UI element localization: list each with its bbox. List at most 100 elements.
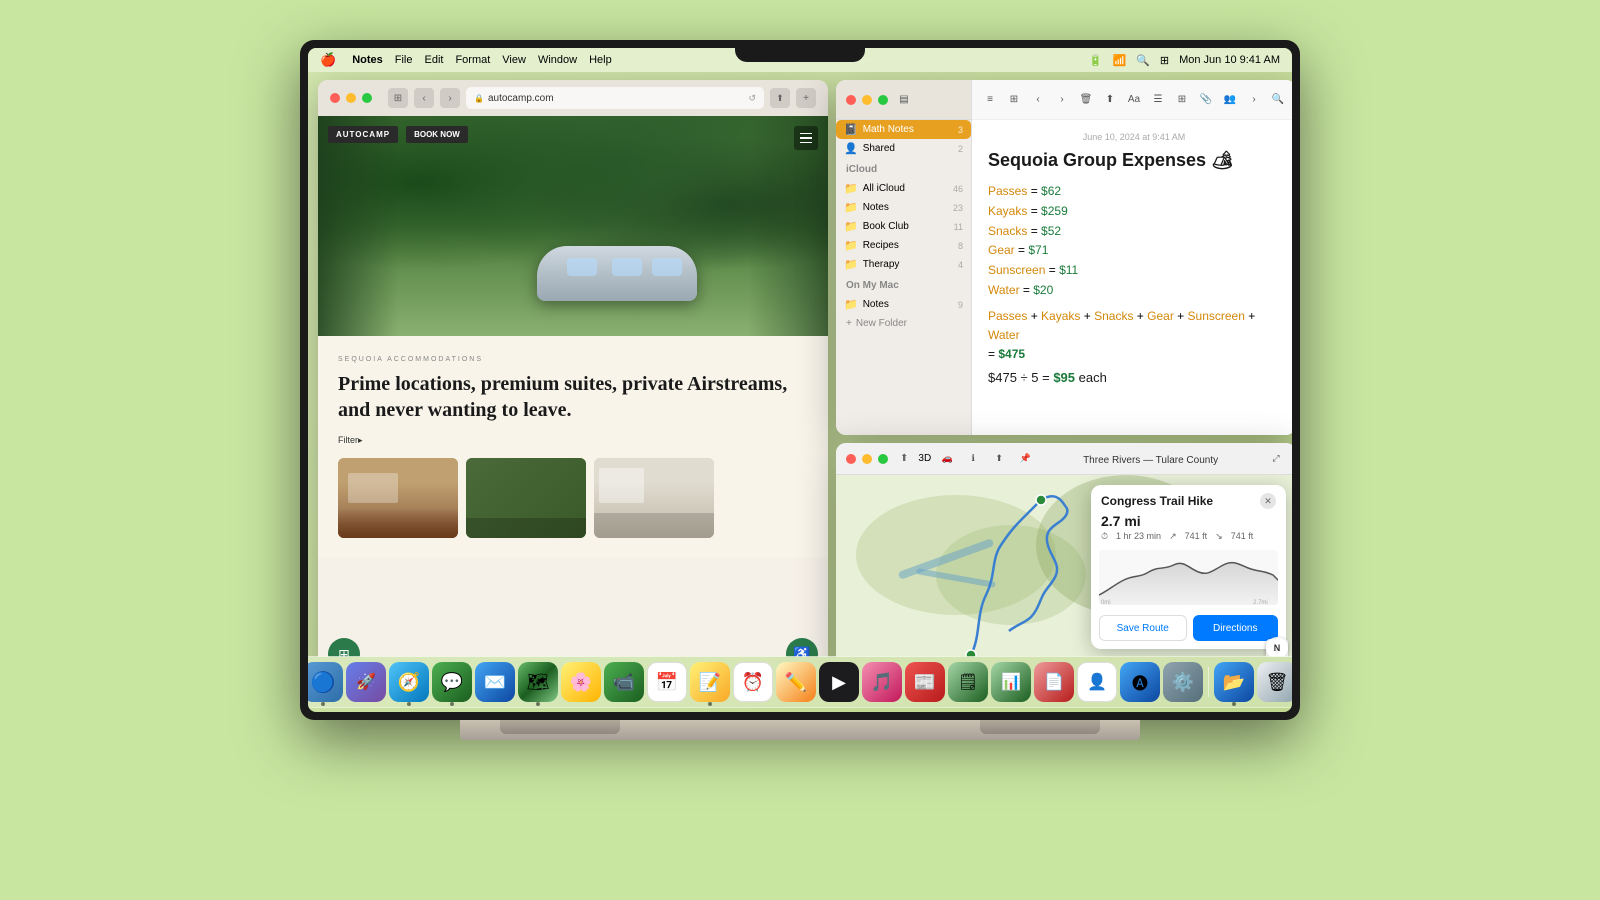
notes-search-btn[interactable]: 🔍 xyxy=(1268,90,1288,110)
window-menu[interactable]: Window xyxy=(538,54,577,66)
dock-finder-icon[interactable]: 🔵 xyxy=(308,662,343,702)
notes-more-btn[interactable]: › xyxy=(1244,90,1264,110)
accessibility-button[interactable]: ♿ xyxy=(786,638,818,657)
dock-photos-icon[interactable]: 🌸 xyxy=(561,662,601,702)
notes-list-view-btn[interactable]: ≡ xyxy=(980,90,1000,110)
notes-folder-therapy[interactable]: 📁 Therapy 4 xyxy=(836,255,971,274)
dock-music-icon[interactable]: 🎵 xyxy=(862,662,902,702)
file-menu[interactable]: File xyxy=(395,54,413,66)
notes-icon: 📁 xyxy=(844,201,858,214)
dock-numbers-icon[interactable]: 📊 xyxy=(991,662,1031,702)
maps-pin-btn[interactable]: 📌 xyxy=(1015,449,1035,469)
hamburger-menu[interactable] xyxy=(794,126,818,150)
notes-folder-all-icloud[interactable]: 📁 All iCloud 46 xyxy=(836,179,971,198)
maps-minimize-btn[interactable] xyxy=(862,454,872,464)
notes-folder-math[interactable]: 📓 Math Notes 3 xyxy=(836,120,971,139)
notes-folder-recipes[interactable]: 📁 Recipes 8 xyxy=(836,236,971,255)
view-menu[interactable]: View xyxy=(502,54,526,66)
notes-nav-forward-btn[interactable]: › xyxy=(1052,90,1072,110)
notes-sidebar-toggle[interactable]: ▤ xyxy=(894,90,914,110)
notes-folder-local[interactable]: 📁 Notes 9 xyxy=(836,295,971,314)
section-label: SEQUOIA ACCOMMODATIONS xyxy=(338,356,808,363)
icloud-header: iCloud xyxy=(846,164,961,175)
book-now-button[interactable]: BOOK NOW xyxy=(406,126,468,143)
dock-launchpad-icon[interactable]: 🚀 xyxy=(346,662,386,702)
dock-contacts-icon[interactable]: 👤 xyxy=(1077,662,1117,702)
notes-nav-back-btn[interactable]: ‹ xyxy=(1028,90,1048,110)
dock-mail-icon[interactable]: ✉️ xyxy=(475,662,515,702)
notes-folder-bookclub[interactable]: 📁 Book Club 11 xyxy=(836,217,971,236)
maps-traffic-btn[interactable]: 🚗 xyxy=(937,449,957,469)
dock-maps-icon[interactable]: 🗺 xyxy=(518,662,558,702)
notch xyxy=(735,40,865,62)
water-eq: = xyxy=(1023,283,1033,297)
filter-link[interactable]: Filter▸ xyxy=(338,435,808,446)
app-name-menu[interactable]: Notes xyxy=(352,54,383,66)
dock-appstore-icon[interactable]: 🅐 xyxy=(1120,662,1160,702)
hike-card-close[interactable]: ✕ xyxy=(1260,493,1276,509)
dock-folder-icon[interactable]: 📂 xyxy=(1214,662,1254,702)
maps-close-btn[interactable] xyxy=(846,454,856,464)
search-icon[interactable]: 🔍 xyxy=(1136,54,1150,67)
safari-back-btn[interactable]: ‹ xyxy=(414,88,434,108)
notes-format-btn[interactable]: ☰ xyxy=(1148,90,1168,110)
finder-dot xyxy=(321,702,325,706)
safari-minimize-btn[interactable] xyxy=(346,93,356,103)
notes-share-btn[interactable]: ⬆ xyxy=(1100,90,1120,110)
maps-share-btn[interactable]: ⬆ xyxy=(989,449,1009,469)
safari-share-btn[interactable]: ⬆ xyxy=(770,88,790,108)
format-menu[interactable]: Format xyxy=(455,54,490,66)
safari-bottom-icons: ⊞ ♿ xyxy=(328,638,818,657)
dock-reminders-icon[interactable]: ⏰ xyxy=(733,662,773,702)
maps-maximize-btn[interactable] xyxy=(878,454,888,464)
help-menu[interactable]: Help xyxy=(589,54,612,66)
new-folder-button[interactable]: + New Folder xyxy=(836,314,971,333)
dock-news-icon[interactable]: 📰 xyxy=(905,662,945,702)
maps-3d-btn[interactable]: 3D xyxy=(918,453,931,464)
notes-font-btn[interactable]: Aa xyxy=(1124,90,1144,110)
notes-minimize-btn[interactable] xyxy=(862,95,872,105)
property-thumb-2[interactable] xyxy=(466,458,586,538)
expense-snacks: Snacks = $52 xyxy=(988,223,1280,240)
dock-facetime-icon[interactable]: 📹 xyxy=(604,662,644,702)
notes-delete-btn[interactable]: 🗑 xyxy=(1076,90,1096,110)
notes-close-btn[interactable] xyxy=(846,95,856,105)
dock-notes-icon[interactable]: 📝 xyxy=(690,662,730,702)
safari-maximize-btn[interactable] xyxy=(362,93,372,103)
notes-collab-btn[interactable]: 👥 xyxy=(1220,90,1240,110)
directions-button[interactable]: Directions xyxy=(1193,615,1279,641)
dock-messages-icon[interactable]: 💬 xyxy=(432,662,472,702)
apple-menu[interactable]: 🍎 xyxy=(320,52,336,68)
dock-pages-icon[interactable]: 📄 xyxy=(1034,662,1074,702)
notes-folder-notes[interactable]: 📁 Notes 23 xyxy=(836,198,971,217)
property-thumb-1[interactable] xyxy=(338,458,458,538)
north-compass[interactable]: N xyxy=(1266,637,1288,657)
safari-url-bar[interactable]: 🔒 autocamp.com ↺ xyxy=(466,87,764,109)
safari-close-btn[interactable] xyxy=(330,93,340,103)
dock-notes2-icon[interactable]: 🗒 xyxy=(948,662,988,702)
screen-mirror-button[interactable]: ⊞ xyxy=(328,638,360,657)
notes-attachment-btn[interactable]: 📎 xyxy=(1196,90,1216,110)
control-center-icon[interactable]: ⊞ xyxy=(1160,54,1169,67)
dock-trash-icon[interactable]: 🗑 xyxy=(1257,662,1292,702)
dock-safari-icon[interactable]: 🧭 xyxy=(389,662,429,702)
refresh-icon[interactable]: ↺ xyxy=(748,93,756,104)
dock-freeform-icon[interactable]: ✏️ xyxy=(776,662,816,702)
dock-appletv-icon[interactable]: ▶ xyxy=(819,662,859,702)
safari-forward-btn[interactable]: › xyxy=(440,88,460,108)
dock-settings-icon[interactable]: ⚙️ xyxy=(1163,662,1203,702)
notes-folder-shared[interactable]: 👤 Shared 2 xyxy=(836,139,971,158)
save-route-button[interactable]: Save Route xyxy=(1099,615,1187,641)
maps-info-btn[interactable]: ℹ xyxy=(963,449,983,469)
dock-calendar-icon[interactable]: 📅 xyxy=(647,662,687,702)
safari-add-btn[interactable]: + xyxy=(796,88,816,108)
notes-table-btn[interactable]: ⊞ xyxy=(1172,90,1192,110)
safari-tab-grid[interactable]: ⊞ xyxy=(388,88,408,108)
notes-gallery-view-btn[interactable]: ⊞ xyxy=(1004,90,1024,110)
edit-menu[interactable]: Edit xyxy=(424,54,443,66)
notes-maximize-btn[interactable] xyxy=(878,95,888,105)
kayaks-eq: = xyxy=(1031,204,1041,218)
per-right: each xyxy=(1079,370,1107,385)
property-thumb-3[interactable] xyxy=(594,458,714,538)
maps-expand-btn[interactable]: ⤢ xyxy=(1266,449,1286,469)
